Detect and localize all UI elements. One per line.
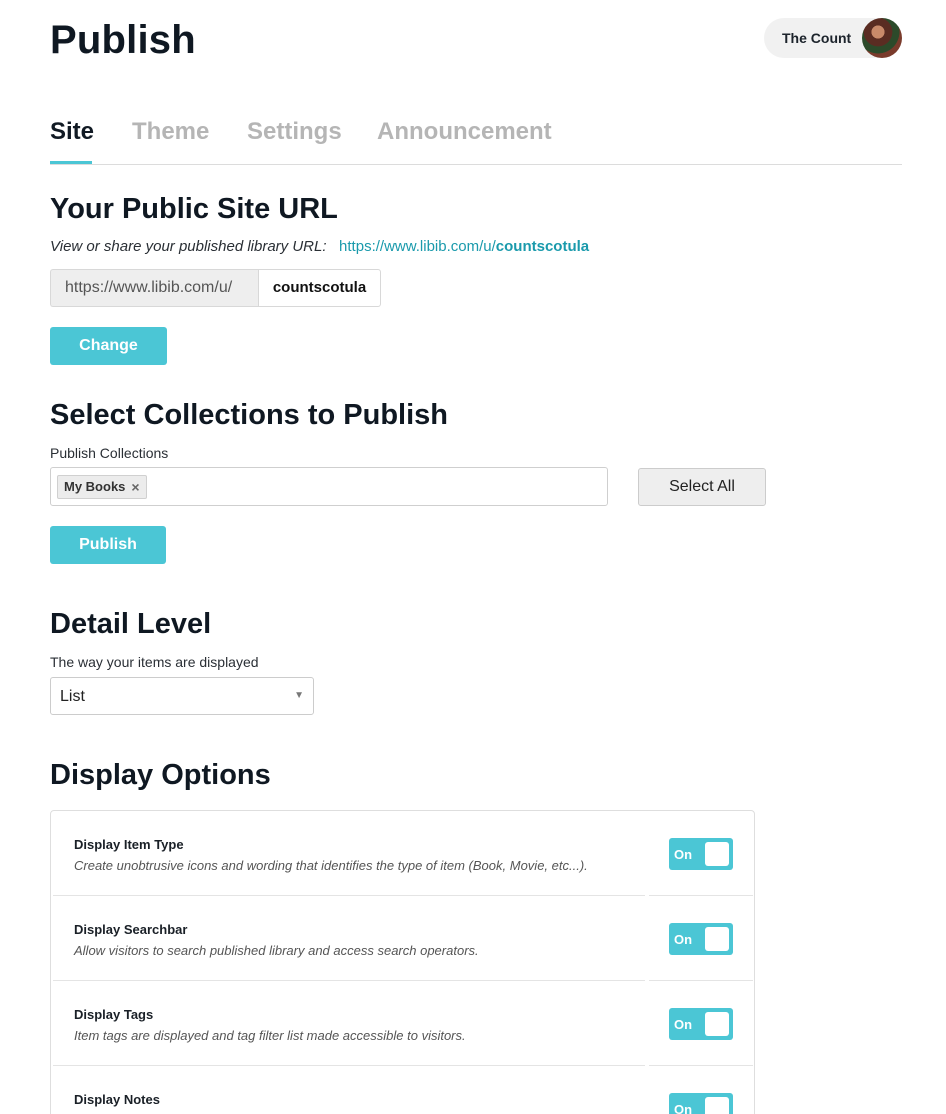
tab-bar: Site Theme Settings Announcement (50, 112, 902, 165)
item-type-toggle[interactable]: On (669, 838, 733, 870)
notes-toggle[interactable]: On (669, 1093, 733, 1114)
toggle-knob (705, 842, 729, 866)
site-url-description: View or share your published library URL… (50, 238, 589, 255)
detail-level-heading: Detail Level (50, 608, 212, 640)
toggle-label: On (674, 1017, 693, 1032)
page-title: Publish (50, 18, 196, 62)
tab-settings[interactable]: Settings (247, 118, 342, 146)
searchbar-toggle[interactable]: On (669, 923, 733, 955)
option-row-item-type: Display Item Type Create unobtrusive ico… (53, 811, 753, 896)
select-all-button[interactable]: Select All (638, 468, 766, 506)
active-tab-indicator (50, 161, 92, 164)
option-row-tags: Display Tags Item tags are displayed and… (53, 981, 753, 1066)
display-options-heading: Display Options (50, 759, 271, 791)
toggle-knob (705, 1012, 729, 1036)
chevron-down-icon: ▼ (294, 690, 304, 701)
user-name[interactable]: The Count (782, 30, 851, 46)
collections-multiselect[interactable]: My Books × (50, 467, 608, 506)
option-title: Display Tags (74, 1007, 154, 1022)
option-title: Display Searchbar (74, 922, 188, 937)
change-button[interactable]: Change (50, 327, 167, 365)
tags-toggle[interactable]: On (669, 1008, 733, 1040)
url-prefix-addon: https://www.libib.com/u/ (50, 269, 258, 307)
detail-level-label: The way your items are displayed (50, 654, 259, 670)
detail-level-value: List (60, 688, 85, 705)
toggle-knob (705, 927, 729, 951)
site-url-field: https://www.libib.com/u/ countscotula (50, 269, 381, 307)
option-row-searchbar: Display Searchbar Allow visitors to sear… (53, 896, 753, 981)
public-site-link-slug[interactable]: countscotula (496, 238, 589, 255)
public-site-link[interactable]: https://www.libib.com/u/countscotula (339, 238, 589, 255)
remove-chip-icon[interactable]: × (131, 476, 139, 498)
collection-chip-label: My Books (64, 479, 126, 494)
option-description: Allow visitors to search published libra… (74, 943, 479, 958)
collection-chip: My Books × (57, 475, 147, 499)
option-row-notes: Display Notes On (53, 1066, 753, 1114)
tab-site[interactable]: Site (50, 118, 94, 146)
tab-theme[interactable]: Theme (132, 118, 209, 146)
collections-heading: Select Collections to Publish (50, 399, 449, 431)
display-options-card: Display Item Type Create unobtrusive ico… (50, 810, 755, 1114)
user-menu[interactable]: The Count (764, 18, 902, 58)
option-description: Item tags are displayed and tag filter l… (74, 1028, 466, 1043)
tab-announcement[interactable]: Announcement (377, 118, 552, 146)
toggle-label: On (674, 932, 693, 947)
public-site-link-prefix[interactable]: https://www.libib.com/u/ (339, 238, 496, 255)
option-title: Display Notes (74, 1092, 160, 1107)
avatar[interactable] (862, 18, 902, 58)
toggle-label: On (674, 847, 693, 862)
detail-level-select[interactable]: List ▼ (50, 677, 314, 715)
site-url-heading: Your Public Site URL (50, 193, 338, 225)
toggle-knob (705, 1097, 729, 1114)
url-slug-input[interactable]: countscotula (258, 269, 381, 307)
toggle-label: On (674, 1102, 693, 1114)
option-title: Display Item Type (74, 837, 184, 852)
site-url-description-text: View or share your published library URL… (50, 238, 327, 255)
publish-button[interactable]: Publish (50, 526, 166, 564)
option-description: Create unobtrusive icons and wording tha… (74, 858, 588, 873)
publish-collections-label: Publish Collections (50, 445, 169, 461)
